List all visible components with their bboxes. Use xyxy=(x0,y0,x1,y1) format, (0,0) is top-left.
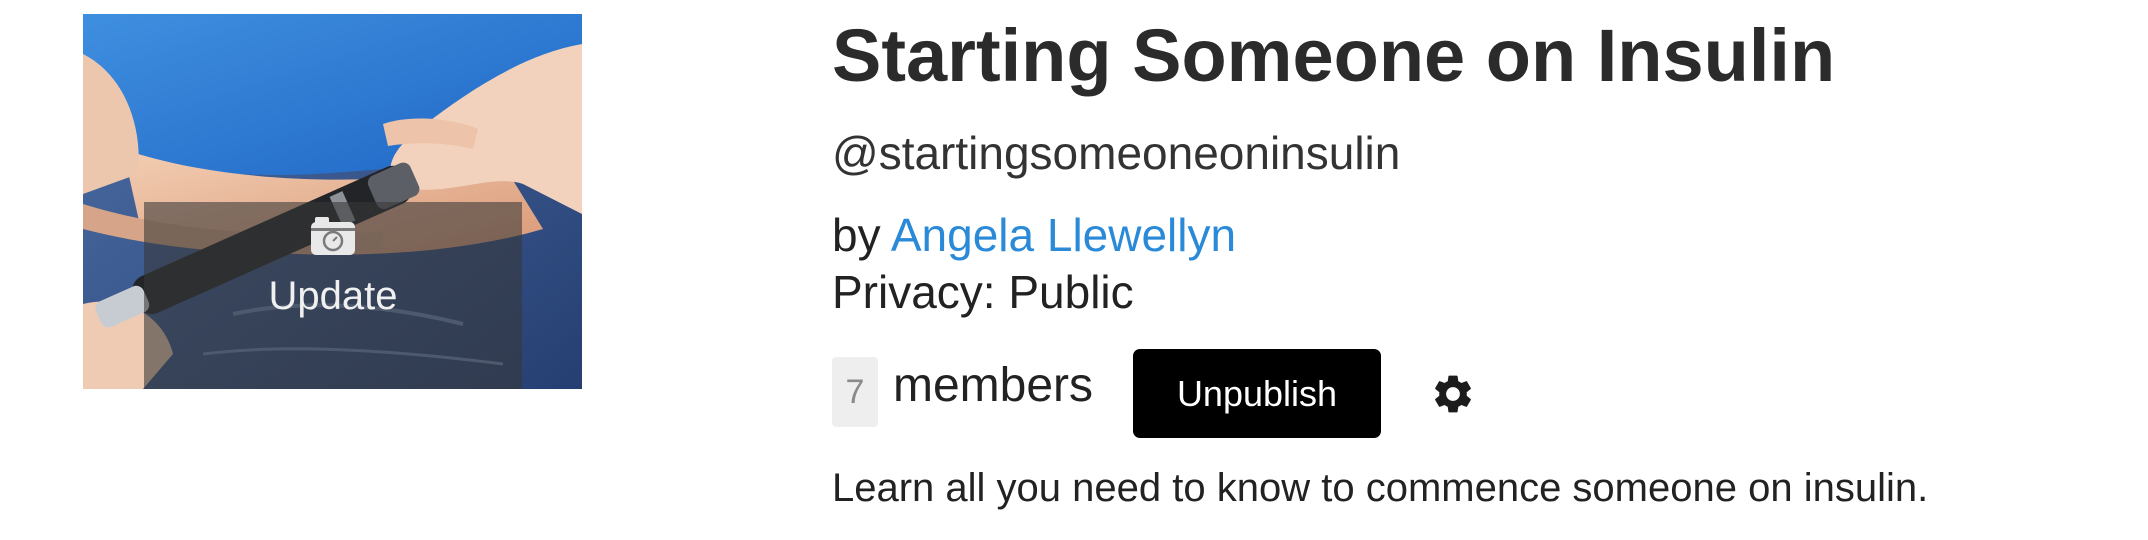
privacy-status: Privacy: Public xyxy=(832,266,1134,318)
gear-icon[interactable] xyxy=(1430,371,1476,417)
member-count-badge: 7 xyxy=(832,357,878,427)
members-label: members xyxy=(893,359,1094,412)
group-description: Learn all you need to know to commence s… xyxy=(832,466,1929,510)
page-title: Starting Someone on Insulin xyxy=(832,14,1836,97)
update-cover-button[interactable]: Update xyxy=(144,202,522,389)
author-link[interactable]: Angela Llewellyn xyxy=(891,209,1236,261)
group-byline: by Angela Llewellyn xyxy=(832,208,1236,262)
group-cover-image: Update xyxy=(83,14,582,389)
camera-icon xyxy=(311,217,355,255)
unpublish-button[interactable]: Unpublish xyxy=(1133,349,1381,438)
update-label: Update xyxy=(268,274,398,318)
group-handle: @startingsomeoneoninsulin xyxy=(832,127,1401,179)
by-prefix: by xyxy=(832,209,881,261)
members-row: 7 members Unpublish xyxy=(832,349,1832,438)
